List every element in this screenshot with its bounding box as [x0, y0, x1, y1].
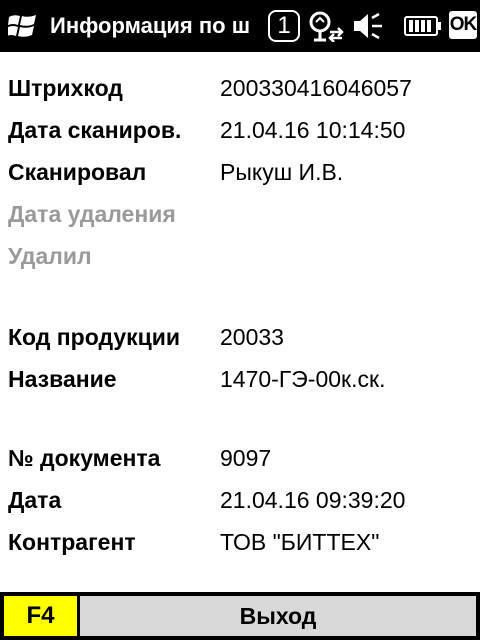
row-date: Дата 21.04.16 09:39:20 [0, 480, 480, 520]
doc-number-label: № документа [8, 445, 161, 471]
row-scanned-by: Сканировал Рыкуш И.В. [0, 152, 480, 192]
name-label: Название [8, 366, 117, 392]
windows-logo-icon[interactable] [8, 12, 38, 40]
row-counterparty: Контрагент ТОВ "БИТТЕХ" [0, 522, 480, 562]
product-code-value: 20033 [220, 324, 284, 350]
scanned-by-label: Сканировал [8, 159, 147, 185]
row-product-code: Код продукции 20033 [0, 317, 480, 357]
scan-date-value: 21.04.16 10:14:50 [220, 117, 406, 143]
counterparty-value: ТОВ "БИТТЕХ" [220, 529, 380, 555]
row-name: Название 1470-ГЭ-00к.ск. [0, 359, 480, 399]
barcode-value: 200330416046057 [220, 75, 412, 101]
row-delete-date: Дата удаления [0, 194, 480, 234]
notification-badge[interactable]: 1 [268, 10, 300, 42]
barcode-label: Штрихкод [8, 75, 123, 101]
title-bar: Информация по ш 1 OK [0, 0, 480, 52]
delete-date-label: Дата удаления [8, 201, 176, 227]
scan-date-label: Дата сканиров. [8, 117, 182, 143]
exit-button[interactable]: Выход [80, 596, 476, 636]
row-deleted-by: Удалил [0, 236, 480, 276]
name-value: 1470-ГЭ-00к.ск. [220, 366, 386, 392]
product-code-label: Код продукции [8, 324, 181, 350]
date-value: 21.04.16 09:39:20 [220, 487, 406, 513]
battery-icon[interactable] [404, 16, 442, 36]
scanned-by-value: Рыкуш И.В. [220, 159, 344, 185]
deleted-by-label: Удалил [8, 243, 92, 269]
date-label: Дата [8, 487, 62, 513]
softkey-bar: F4 Выход [0, 592, 480, 640]
ok-button[interactable]: OK [449, 11, 477, 39]
volume-muted-icon[interactable] [352, 10, 384, 42]
network-icon[interactable] [306, 10, 346, 42]
row-scan-date: Дата сканиров. 21.04.16 10:14:50 [0, 110, 480, 150]
row-barcode: Штрихкод 200330416046057 [0, 68, 480, 108]
f4-key-label[interactable]: F4 [4, 596, 77, 636]
window-title: Информация по ш [50, 13, 251, 38]
counterparty-label: Контрагент [8, 529, 136, 555]
doc-number-value: 9097 [220, 445, 272, 471]
row-doc-number: № документа 9097 [0, 438, 480, 478]
